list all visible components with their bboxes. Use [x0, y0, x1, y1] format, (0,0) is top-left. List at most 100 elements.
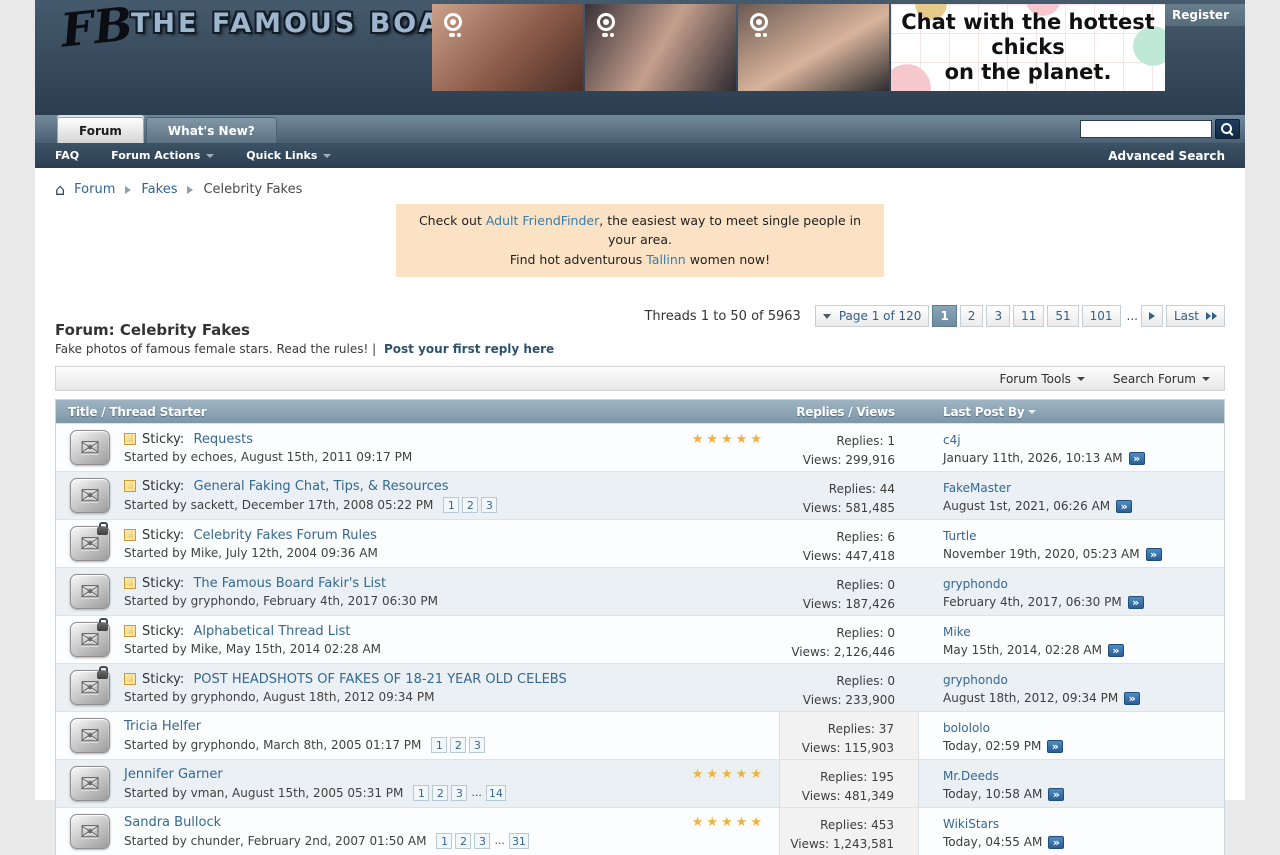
thread-page-link[interactable]: 2	[462, 497, 478, 513]
last-post-user-link[interactable]: gryphondo	[943, 671, 1008, 689]
page-button[interactable]: 101	[1082, 305, 1121, 327]
menu-item-forum-actions[interactable]: Forum Actions	[111, 149, 214, 162]
chevron-down-icon	[1077, 377, 1085, 381]
last-post-cell: Mike May 15th, 2014, 02:28 AM	[919, 616, 1224, 663]
breadcrumb-forum[interactable]: Forum	[74, 182, 115, 197]
last-post-user-link[interactable]: c4j	[943, 431, 961, 449]
page-button[interactable]: 2	[960, 305, 984, 327]
replies-views-cell: Replies: 0 Views: 233,900	[779, 664, 919, 711]
thread-title-link[interactable]: Tricia Helfer	[124, 719, 201, 734]
last-post-user-link[interactable]: Mr.Deeds	[943, 767, 999, 785]
thread-page-link[interactable]: 3	[481, 497, 497, 513]
thread-title-link[interactable]: Celebrity Fakes Forum Rules	[193, 528, 376, 543]
tab-bar: Forum What's New?	[35, 115, 1245, 143]
envelope-glyph: ✉	[80, 436, 100, 460]
webcam-icon	[595, 13, 619, 37]
fb-logo[interactable]: FB	[58, 0, 135, 58]
page-button[interactable]: 3	[986, 305, 1010, 327]
page-selector-button[interactable]: Page 1 of 120	[815, 305, 930, 327]
thread-page-link[interactable]: 1	[443, 497, 459, 513]
thread-started-by: Started by vman, August 15th, 2005 05:31…	[124, 786, 403, 800]
thread-page-link[interactable]: 1	[431, 737, 447, 753]
header-title-column[interactable]: Title / Thread Starter	[56, 405, 779, 419]
envelope-glyph: ✉	[80, 820, 100, 844]
last-post-user-link[interactable]: Mike	[943, 623, 971, 641]
last-post-arrow-icon[interactable]	[1048, 788, 1064, 801]
thread-page-link[interactable]: 2	[450, 737, 466, 753]
last-post-cell: bolololo Today, 02:59 PM	[919, 712, 1224, 759]
last-post-arrow-icon[interactable]	[1047, 740, 1063, 753]
search-input[interactable]	[1080, 120, 1212, 138]
thread-page-link[interactable]: 2	[432, 785, 448, 801]
thread-title-cell: ✉ Tricia Helfer Started by gryphondo, Ma…	[56, 712, 779, 759]
last-post-date: May 15th, 2014, 02:28 AM	[943, 641, 1102, 659]
last-post-user-link[interactable]: gryphondo	[943, 575, 1008, 593]
next-page-button[interactable]	[1141, 305, 1163, 327]
ad-photo-panel[interactable]	[738, 4, 889, 91]
last-post-arrow-icon[interactable]	[1146, 548, 1162, 561]
thread-title-link[interactable]: Jennifer Garner	[124, 767, 223, 782]
thread-page-link[interactable]: 1	[413, 785, 429, 801]
thread-page-link[interactable]: 2	[455, 833, 471, 849]
thread-page-link[interactable]: 3	[451, 785, 467, 801]
thread-rows: ✉ Sticky: Requests ★★★★★ Started by echo…	[56, 423, 1224, 855]
thread-title-link[interactable]: POST HEADSHOTS OF FAKES OF 18-21 YEAR OL…	[193, 672, 566, 687]
search-button[interactable]	[1215, 119, 1240, 139]
last-post-arrow-icon[interactable]	[1128, 596, 1144, 609]
replies-views-cell: Replies: 1 Views: 299,916	[779, 424, 919, 471]
thread-title-link[interactable]: The Famous Board Fakir's List	[193, 576, 386, 591]
thread-title-link[interactable]: Requests	[193, 432, 253, 447]
thread-started-by: Started by sackett, December 17th, 2008 …	[124, 498, 433, 512]
menu-item-quick-links[interactable]: Quick Links	[246, 149, 331, 162]
first-reply-link[interactable]: Post your first reply here	[384, 342, 554, 356]
table-row: ✉ Tricia Helfer Started by gryphondo, Ma…	[56, 711, 1224, 759]
thread-title-link[interactable]: Sandra Bullock	[124, 815, 221, 830]
thread-page-link[interactable]: 3	[469, 737, 485, 753]
last-post-arrow-icon[interactable]	[1116, 500, 1132, 513]
thread-page-link[interactable]: 3	[474, 833, 490, 849]
breadcrumb-fakes[interactable]: Fakes	[141, 182, 177, 197]
last-page-button[interactable]: Last	[1166, 305, 1225, 327]
ad-text-panel[interactable]: Chat with the hottest chicks on the plan…	[891, 4, 1165, 91]
forum-tools-menu[interactable]: Forum Tools	[999, 372, 1084, 386]
tab-whats-new[interactable]: What's New?	[146, 117, 277, 143]
table-row: ✉ Sticky: POST HEADSHOTS OF FAKES OF 18-…	[56, 663, 1224, 711]
last-post-arrow-icon[interactable]	[1124, 692, 1140, 705]
last-post-cell: gryphondo August 18th, 2012, 09:34 PM	[919, 664, 1224, 711]
last-post-user-link[interactable]: Turtle	[943, 527, 976, 545]
thread-page-link[interactable]: 1	[436, 833, 452, 849]
last-post-user-link[interactable]: FakeMaster	[943, 479, 1011, 497]
notice-link-aff[interactable]: Adult FriendFinder	[486, 213, 599, 228]
thread-title-link[interactable]: General Faking Chat, Tips, & Resources	[193, 479, 448, 494]
last-post-arrow-icon[interactable]	[1129, 452, 1145, 465]
thread-started-by: Started by Mike, May 15th, 2014 02:28 AM	[124, 642, 381, 656]
last-post-date: February 4th, 2017, 06:30 PM	[943, 593, 1122, 611]
ad-photo-panel[interactable]	[585, 4, 736, 91]
thread-page-link[interactable]: 14	[486, 785, 506, 801]
advanced-search-link[interactable]: Advanced Search	[1108, 149, 1225, 163]
views-count: Views: 481,349	[780, 787, 894, 806]
notice-link-city[interactable]: Tallinn	[646, 252, 686, 267]
sticky-note-icon	[124, 529, 136, 541]
home-icon[interactable]: ⌂	[55, 182, 65, 198]
page-button[interactable]: 1	[932, 305, 956, 327]
header-replies-column[interactable]: Replies / Views	[779, 405, 919, 419]
menu-item-faq[interactable]: FAQ	[55, 149, 79, 162]
replies-count: Replies: 0	[779, 576, 895, 595]
ad-banner[interactable]: Chat with the hottest chicks on the plan…	[432, 4, 1165, 91]
replies-count: Replies: 37	[780, 720, 894, 739]
breadcrumb-arrow-icon	[125, 186, 131, 194]
page-button[interactable]: 51	[1047, 305, 1078, 327]
thread-title-link[interactable]: Alphabetical Thread List	[193, 624, 350, 639]
thread-page-link[interactable]: 31	[509, 833, 529, 849]
last-post-arrow-icon[interactable]	[1048, 836, 1064, 849]
search-forum-menu[interactable]: Search Forum	[1113, 372, 1210, 386]
last-post-user-link[interactable]: bolololo	[943, 719, 990, 737]
page-button[interactable]: 11	[1013, 305, 1044, 327]
header-lastpost-column[interactable]: Last Post By	[919, 405, 1224, 419]
ad-photo-panel[interactable]	[432, 4, 583, 91]
tab-forum[interactable]: Forum	[57, 117, 144, 143]
last-post-arrow-icon[interactable]	[1108, 644, 1124, 657]
last-post-user-link[interactable]: WikiStars	[943, 815, 999, 833]
envelope-icon: ✉	[70, 718, 110, 753]
